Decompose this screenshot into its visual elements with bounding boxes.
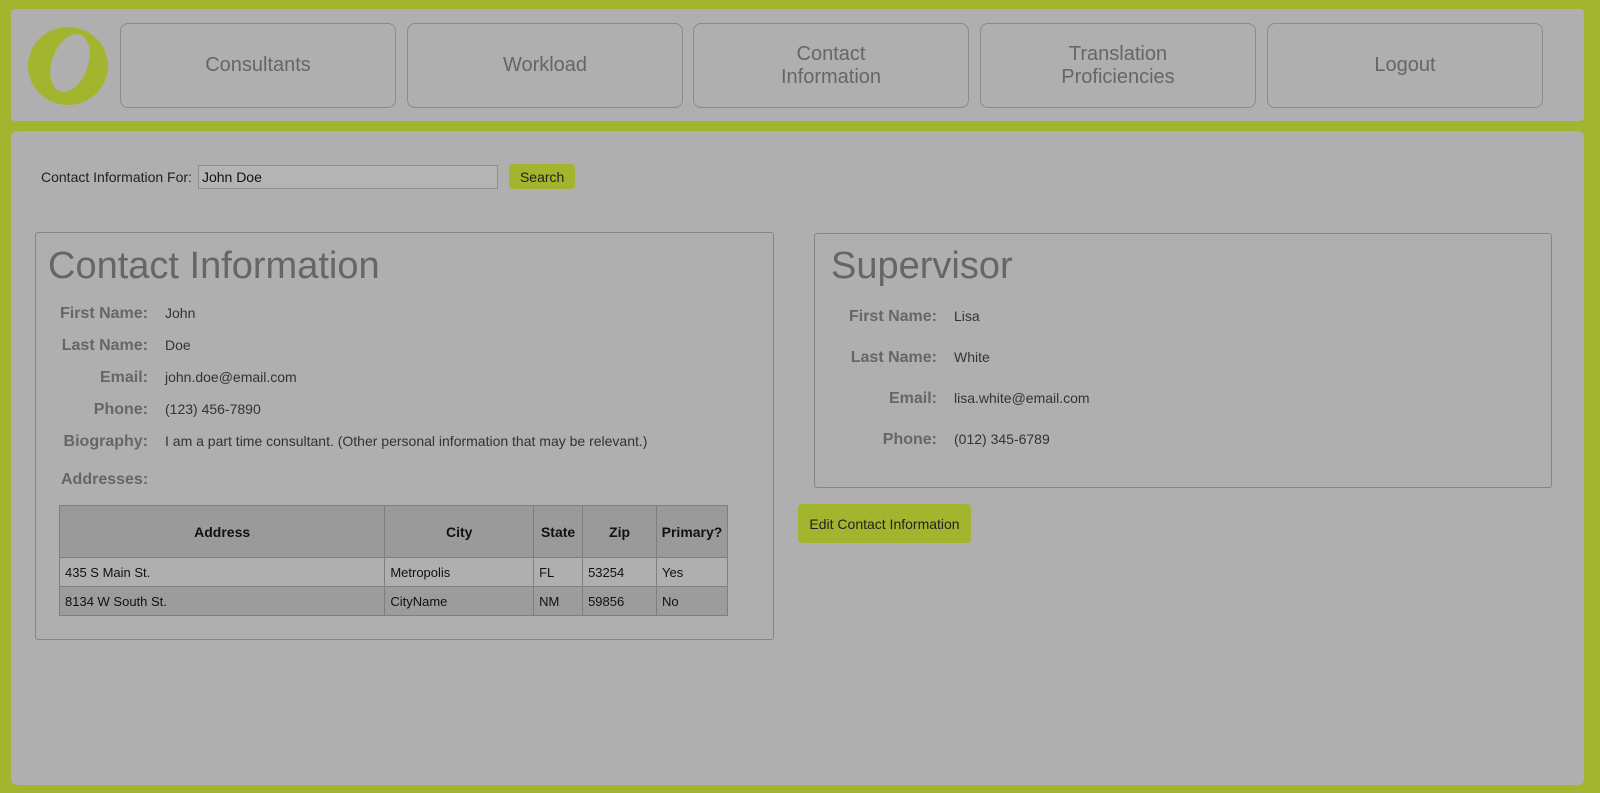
nav-workload-label: Workload [502,54,588,76]
contact-first-name-row: First Name: John [48,305,195,323]
table-header-row: Address City State Zip Primary? [58,505,729,558]
contact-information-panel: Contact Information First Name: John Las… [35,232,774,640]
contact-panel-title: Contact Information [48,245,380,287]
table-cell-city: Metropolis [384,557,535,587]
supervisor-phone-value: (012) 345-6789 [954,431,1050,447]
contact-biography-row: Biography: I am a part time consultant. … [48,433,648,451]
supervisor-last-name-value: White [954,349,990,365]
contact-phone-label: Phone: [93,401,148,418]
search-input[interactable] [197,164,498,189]
nav-contact-information-button[interactable]: Contact Information [693,23,969,108]
nav-consultants-label: Consultants [205,54,311,76]
nav-workload-button[interactable]: Workload [407,23,683,108]
table-cell-zip: 53254 [582,557,657,587]
contact-email-row: Email: john.doe@email.com [48,369,297,387]
column-header-state: State [533,505,584,558]
contact-phone-row: Phone: (123) 456-7890 [48,401,261,419]
contact-phone-value: (123) 456-7890 [165,401,261,417]
nav-translation-proficiencies-button[interactable]: Translation Proficiencies [980,23,1256,108]
nav-logout-label: Logout [1374,54,1436,76]
edit-contact-information-button[interactable]: Edit Contact Information [798,504,971,543]
supervisor-first-name-value: Lisa [954,308,980,324]
supervisor-first-name-label: First Name: [848,308,937,325]
main-content: Contact Information For: Search Contact … [11,131,1584,785]
contact-last-name-label: Last Name: [61,337,148,354]
contact-first-name-value: John [165,305,196,321]
search-label: Contact Information For: [41,168,192,185]
table-row: 8134 W South St. CityName NM 59856 No [58,586,729,616]
contact-biography-value: I am a part time consultant. (Other pers… [165,433,648,449]
supervisor-email-label: Email: [888,390,937,407]
table-cell-address: 435 S Main St. [58,557,386,587]
column-header-primary: Primary? [655,505,729,558]
nav-contact-information-label: Contact Information [780,42,882,88]
table-cell-address: 8134 W South St. [58,586,386,616]
contact-email-value: john.doe@email.com [165,369,297,385]
table-cell-primary: No [655,586,729,616]
table-row: 435 S Main St. Metropolis FL 53254 Yes [58,557,729,587]
supervisor-email-row: Email: lisa.white@email.com [837,390,1090,408]
addresses-table: Address City State Zip Primary? 435 S Ma… [58,505,729,616]
supervisor-panel-title: Supervisor [831,245,1013,287]
supervisor-phone-label: Phone: [882,431,937,448]
supervisor-last-name-row: Last Name: White [837,349,990,367]
nav-translation-proficiencies-label: Translation Proficiencies [1061,42,1175,88]
contact-last-name-row: Last Name: Doe [48,337,191,355]
supervisor-first-name-row: First Name: Lisa [837,308,980,326]
column-header-zip: Zip [582,505,657,558]
search-button[interactable]: Search [508,164,576,189]
nav-logout-button[interactable]: Logout [1267,23,1543,108]
top-header: Consultants Workload Contact Information… [11,9,1584,121]
search-row: Contact Information For: Search [41,164,576,189]
column-header-address: Address [58,505,386,558]
nav-consultants-button[interactable]: Consultants [120,23,396,108]
table-cell-primary: Yes [655,557,729,587]
brand-logo-icon [27,25,109,107]
supervisor-phone-row: Phone: (012) 345-6789 [837,431,1050,449]
contact-biography-label: Biography: [63,433,148,450]
contact-first-name-label: First Name: [59,305,148,322]
supervisor-panel: Supervisor First Name: Lisa Last Name: W… [814,233,1552,488]
table-cell-city: CityName [384,586,535,616]
column-header-city: City [384,505,535,558]
supervisor-email-value: lisa.white@email.com [954,390,1090,406]
table-cell-state: NM [533,586,584,616]
contact-last-name-value: Doe [165,337,191,353]
supervisor-last-name-label: Last Name: [850,349,937,366]
addresses-label: Addresses: [61,471,149,488]
table-cell-state: FL [533,557,584,587]
table-cell-zip: 59856 [582,586,657,616]
contact-email-label: Email: [99,369,148,386]
